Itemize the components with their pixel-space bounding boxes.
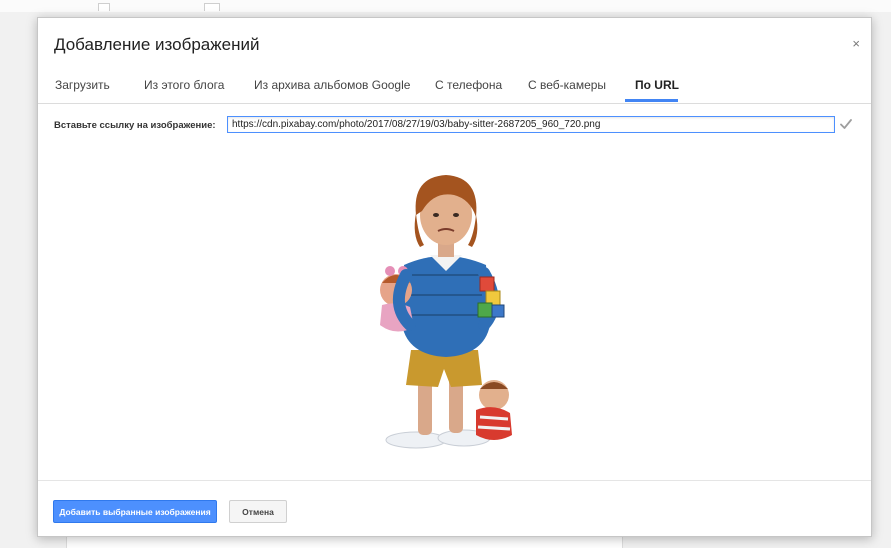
background-tab	[204, 3, 220, 11]
tab-from-this-blog[interactable]: Из этого блога	[144, 78, 224, 104]
tab-upload[interactable]: Загрузить	[55, 78, 110, 104]
background-toolbar	[0, 0, 891, 12]
add-selected-images-button[interactable]: Добавить выбранные изображения	[53, 500, 217, 523]
image-preview	[380, 175, 512, 449]
image-url-input[interactable]	[227, 116, 835, 133]
tab-bar: Загрузить Из этого блога Из архива альбо…	[38, 78, 871, 104]
background-tab	[98, 3, 110, 11]
add-images-dialog: Добавление изображений × Загрузить Из эт…	[37, 17, 872, 537]
tab-google-albums[interactable]: Из архива альбомов Google	[254, 78, 410, 104]
active-tab-indicator	[625, 99, 678, 102]
dialog-title: Добавление изображений	[54, 35, 260, 54]
footer-divider	[38, 480, 871, 481]
tab-from-phone[interactable]: С телефона	[435, 78, 502, 104]
tabs-divider	[38, 103, 871, 104]
close-icon[interactable]: ×	[852, 36, 860, 51]
url-field-label: Вставьте ссылку на изображение:	[54, 120, 216, 131]
cancel-button[interactable]: Отмена	[229, 500, 287, 523]
tab-webcam[interactable]: С веб-камеры	[528, 78, 606, 104]
checkmark-icon	[840, 119, 852, 129]
